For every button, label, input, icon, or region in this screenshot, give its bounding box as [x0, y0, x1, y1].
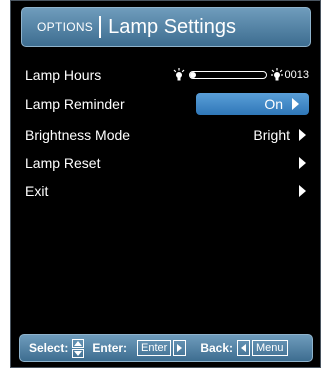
- arrow-right-icon: [292, 98, 299, 110]
- lamp-reminder-value-highlight[interactable]: On: [196, 93, 309, 115]
- menu-item-lamp-hours: Lamp Hours 0013: [25, 64, 309, 86]
- lamp-bright-icon: [270, 68, 283, 81]
- lamp-reminder-label: Lamp Reminder: [25, 96, 125, 112]
- lamp-reset-arrow-wrap: [299, 152, 309, 174]
- lamp-reset-label: Lamp Reset: [25, 155, 101, 171]
- menu-header: OPTIONS Lamp Settings: [21, 7, 311, 47]
- up-key-icon: [72, 338, 85, 348]
- menu-category: OPTIONS: [37, 20, 94, 34]
- exit-label: Exit: [25, 183, 49, 199]
- arrow-right-icon: [299, 185, 306, 197]
- lamp-dim-icon: [173, 68, 184, 81]
- lamp-hours-progress-fill: [189, 72, 196, 78]
- brightness-mode-value: Bright: [253, 127, 290, 143]
- menu-footer-help-bar: Select: Enter: Enter Back: Menu: [19, 334, 313, 362]
- up-down-keys-icon: [72, 338, 85, 358]
- lamp-hours-value: 0013: [284, 69, 309, 81]
- down-key-icon: [72, 348, 85, 358]
- arrow-right-icon: [299, 157, 306, 169]
- select-label: Select:: [29, 341, 69, 355]
- left-key-icon: [237, 340, 251, 356]
- menu-item-lamp-reset[interactable]: Lamp Reset: [25, 152, 309, 174]
- enter-label: Enter:: [92, 341, 128, 355]
- menu-item-brightness-mode[interactable]: Brightness Mode Bright: [25, 124, 309, 146]
- menu-item-exit[interactable]: Exit: [25, 180, 309, 202]
- exit-arrow-wrap: [299, 180, 309, 202]
- menu-key: Menu: [252, 340, 288, 356]
- enter-key: Enter: [137, 340, 172, 356]
- lamp-hours-indicator: 0013: [173, 64, 309, 86]
- right-key-icon: [173, 340, 187, 356]
- lamp-hours-label: Lamp Hours: [25, 67, 102, 83]
- brightness-mode-value-wrap[interactable]: Bright: [253, 124, 309, 146]
- header-separator: [99, 16, 102, 38]
- brightness-mode-label: Brightness Mode: [25, 127, 131, 143]
- back-label: Back:: [200, 341, 234, 355]
- lamp-reminder-value: On: [264, 96, 283, 112]
- osd-menu-panel: OPTIONS Lamp Settings Lamp Hours 0013 La…: [10, 0, 321, 368]
- lamp-hours-progress-bar: [188, 71, 267, 79]
- page-title: Lamp Settings: [108, 15, 236, 38]
- menu-item-lamp-reminder[interactable]: Lamp Reminder On: [25, 93, 309, 115]
- arrow-right-icon: [299, 129, 306, 141]
